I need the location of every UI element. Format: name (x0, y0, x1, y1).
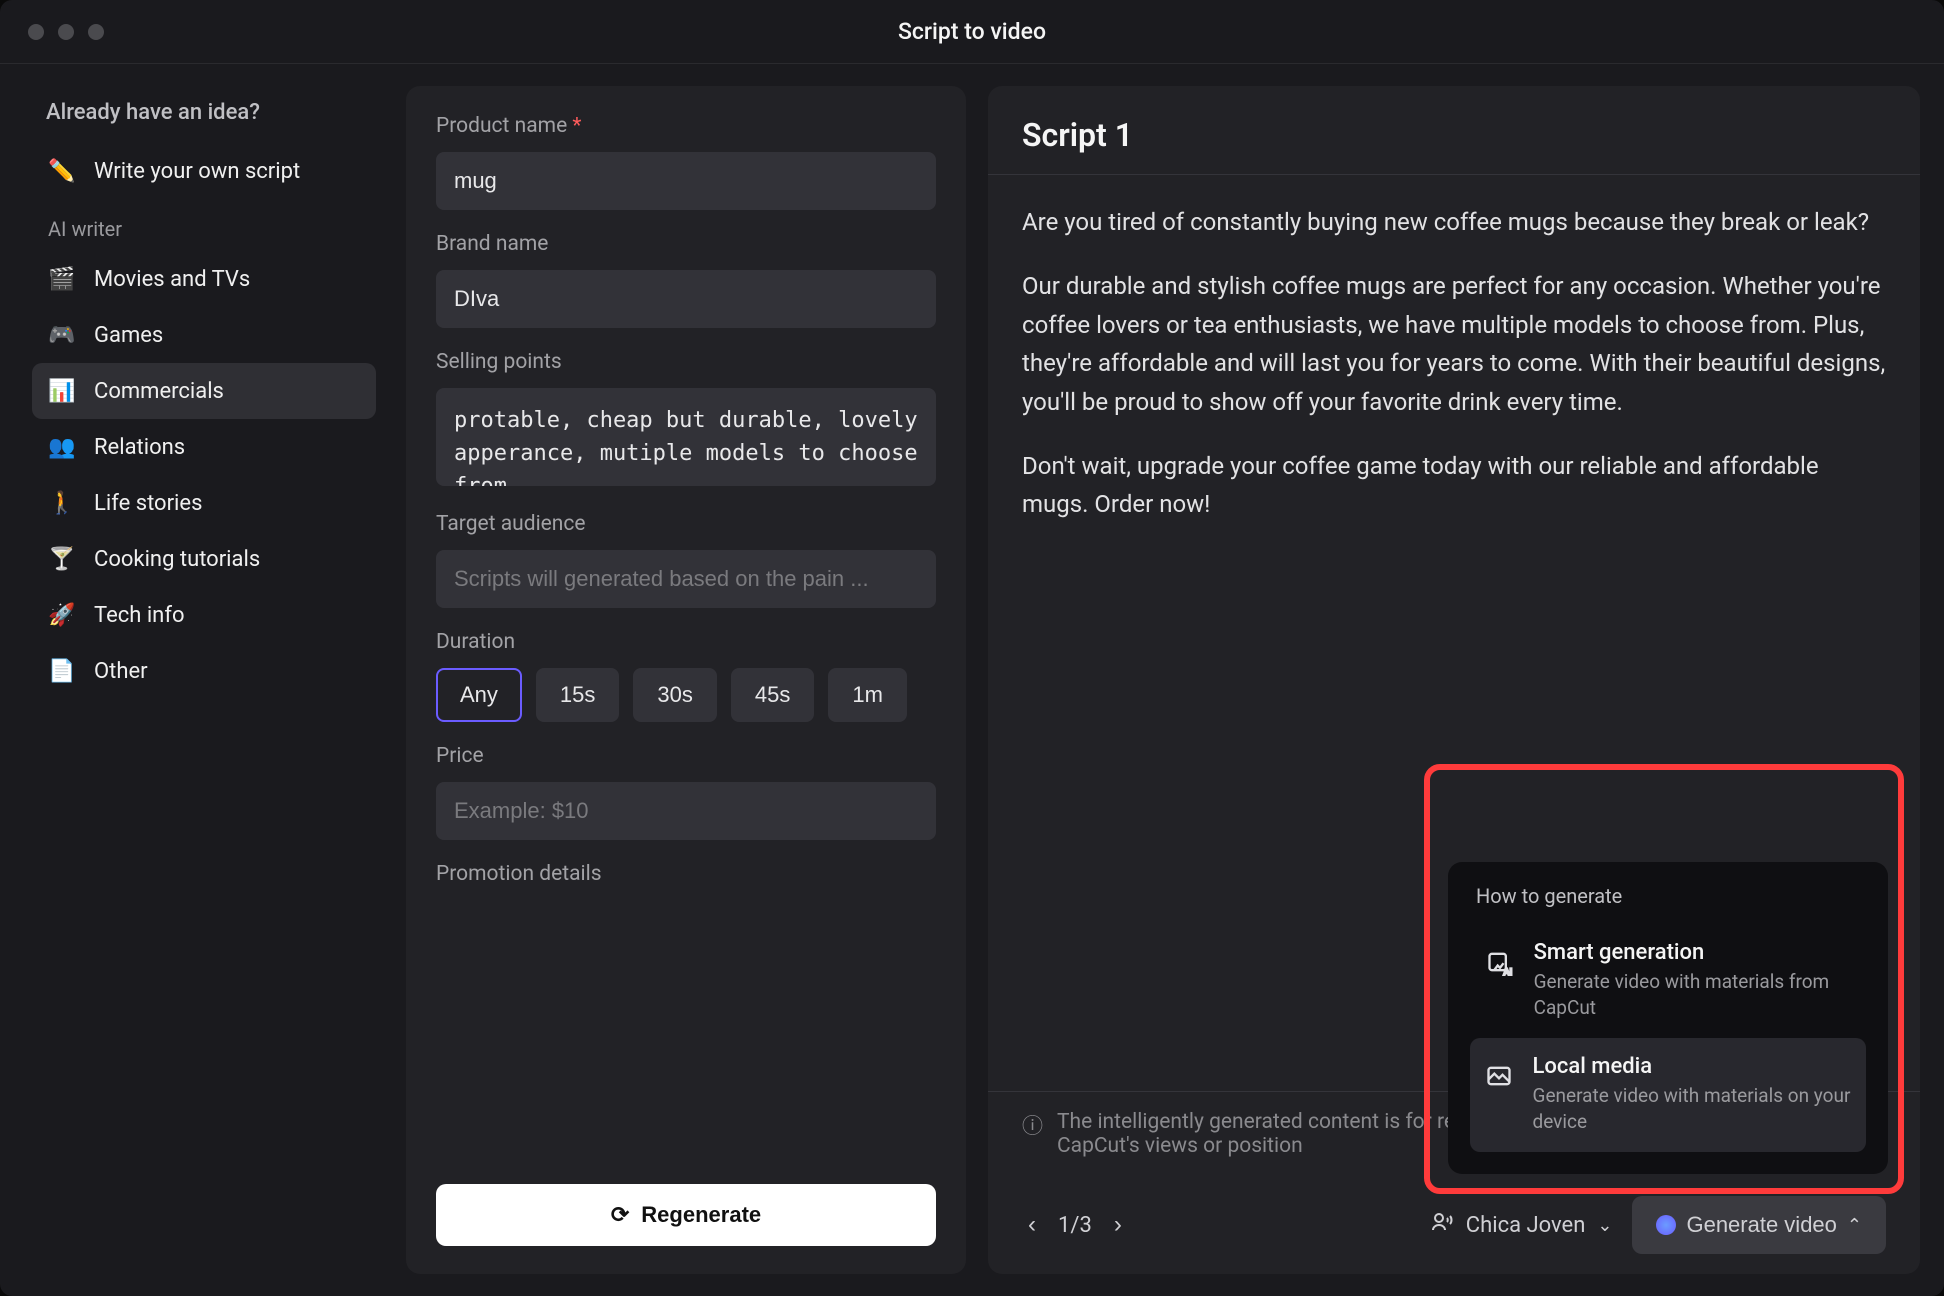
prev-page-button[interactable]: ‹ (1022, 1205, 1042, 1245)
app-window: Script to video Already have an idea? ✏️… (0, 0, 1944, 1296)
script-panel: Script 1 Are you tired of constantly buy… (988, 86, 1920, 1274)
selling-points-input[interactable]: protable, cheap but durable, lovely appe… (436, 388, 936, 486)
voice-name: Chica Joven (1466, 1213, 1586, 1238)
other-icon: 📄 (48, 657, 76, 685)
regenerate-label: Regenerate (641, 1202, 761, 1228)
sidebar-item-label: Other (94, 659, 148, 684)
form-scroll[interactable]: Product name * Brand name Selling points… (436, 114, 936, 1164)
product-name-input[interactable] (436, 152, 936, 210)
smart-generation-option[interactable]: AI Smart generation Generate video with … (1470, 924, 1866, 1038)
option-title: Smart generation (1534, 940, 1852, 965)
voice-selector[interactable]: Chica Joven ⌄ (1430, 1210, 1613, 1240)
ai-writer-label: AI writer (32, 217, 376, 241)
sidebar-item-label: Write your own script (94, 159, 300, 184)
local-media-option[interactable]: Local media Generate video with material… (1470, 1038, 1866, 1152)
form-panel: Product name * Brand name Selling points… (406, 86, 966, 1274)
regenerate-button[interactable]: ⟳ Regenerate (436, 1184, 936, 1246)
write-own-script[interactable]: ✏️ Write your own script (32, 143, 376, 199)
script-paragraph: Our durable and stylish coffee mugs are … (1022, 267, 1886, 421)
main-body: Already have an idea? ✏️ Write your own … (0, 64, 1944, 1296)
smart-generation-icon: AI (1484, 944, 1516, 980)
tech-icon: 🚀 (48, 601, 76, 629)
brand-name-label: Brand name (436, 232, 936, 256)
commercials-icon: 📊 (48, 377, 76, 405)
duration-15s[interactable]: 15s (536, 668, 619, 722)
sidebar: Already have an idea? ✏️ Write your own … (24, 86, 384, 1274)
info-icon: ⓘ (1022, 1110, 1043, 1158)
duration-1m[interactable]: 1m (828, 668, 907, 722)
cooking-icon: 🍸 (48, 545, 76, 573)
duration-45s[interactable]: 45s (731, 668, 814, 722)
product-name-label: Product name * (436, 114, 936, 138)
movies-icon: 🎬 (48, 265, 76, 293)
page-indicator: 1/3 (1058, 1213, 1092, 1238)
sidebar-item-label: Commercials (94, 379, 224, 404)
sidebar-item-movies[interactable]: 🎬 Movies and TVs (32, 251, 376, 307)
generate-popover: How to generate AI Smart generation Gene… (1448, 862, 1888, 1174)
promotion-details-label: Promotion details (436, 862, 936, 886)
sidebar-item-cooking[interactable]: 🍸 Cooking tutorials (32, 531, 376, 587)
brand-name-input[interactable] (436, 270, 936, 328)
duration-options: Any 15s 30s 45s 1m (436, 668, 936, 722)
selling-points-label: Selling points (436, 350, 936, 374)
sidebar-item-commercials[interactable]: 📊 Commercials (32, 363, 376, 419)
option-subtitle: Generate video with materials on your de… (1533, 1083, 1853, 1136)
duration-30s[interactable]: 30s (633, 668, 716, 722)
local-media-icon (1484, 1058, 1515, 1094)
svg-text:AI: AI (1503, 966, 1512, 975)
sidebar-item-label: Life stories (94, 491, 202, 516)
popover-title: How to generate (1470, 884, 1866, 908)
relations-icon: 👥 (48, 433, 76, 461)
script-title: Script 1 (988, 86, 1920, 175)
sidebar-item-label: Movies and TVs (94, 267, 250, 292)
script-footer: ‹ 1/3 › Chica Joven ⌄ Generate video ⌃ (988, 1176, 1920, 1274)
chevron-up-icon: ⌃ (1847, 1215, 1862, 1236)
price-label: Price (436, 744, 936, 768)
sidebar-item-games[interactable]: 🎮 Games (32, 307, 376, 363)
sidebar-item-label: Cooking tutorials (94, 547, 260, 572)
next-page-button[interactable]: › (1108, 1205, 1128, 1245)
sidebar-item-label: Relations (94, 435, 185, 460)
sidebar-item-life-stories[interactable]: 🚶 Life stories (32, 475, 376, 531)
sidebar-item-relations[interactable]: 👥 Relations (32, 419, 376, 475)
script-paragraph: Are you tired of constantly buying new c… (1022, 203, 1886, 241)
target-audience-input[interactable] (436, 550, 936, 608)
generate-video-label: Generate video (1686, 1212, 1836, 1238)
option-title: Local media (1533, 1054, 1853, 1079)
pencil-icon: ✏️ (48, 157, 76, 185)
target-audience-label: Target audience (436, 512, 936, 536)
sidebar-item-label: Games (94, 323, 163, 348)
voice-icon (1430, 1210, 1454, 1240)
window-title: Script to video (0, 18, 1944, 45)
option-subtitle: Generate video with materials from CapCu… (1534, 969, 1852, 1022)
refresh-icon: ⟳ (611, 1202, 629, 1228)
games-icon: 🎮 (48, 321, 76, 349)
price-input[interactable] (436, 782, 936, 840)
pager: ‹ 1/3 › (1022, 1205, 1128, 1245)
script-paragraph: Don't wait, upgrade your coffee game tod… (1022, 447, 1886, 524)
chevron-down-icon: ⌄ (1597, 1215, 1612, 1236)
sidebar-item-other[interactable]: 📄 Other (32, 643, 376, 699)
sidebar-item-label: Tech info (94, 603, 185, 628)
titlebar: Script to video (0, 0, 1944, 64)
generate-video-button[interactable]: Generate video ⌃ (1632, 1196, 1886, 1254)
life-stories-icon: 🚶 (48, 489, 76, 517)
duration-label: Duration (436, 630, 936, 654)
sparkle-icon (1656, 1215, 1676, 1235)
duration-any[interactable]: Any (436, 668, 522, 722)
sidebar-item-tech[interactable]: 🚀 Tech info (32, 587, 376, 643)
sidebar-header: Already have an idea? (32, 100, 376, 125)
